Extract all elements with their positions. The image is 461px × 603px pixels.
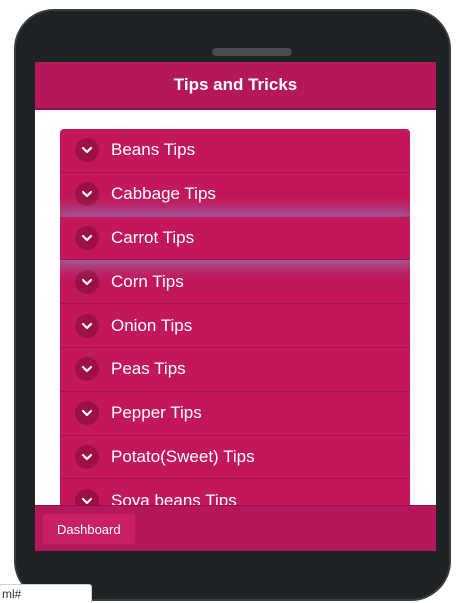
chevron-down-icon[interactable] xyxy=(75,138,99,163)
chevron-down-icon[interactable] xyxy=(75,357,99,382)
tip-item-label: Cabbage Tips xyxy=(111,184,216,204)
browser-status-bar: ml# xyxy=(0,584,92,603)
page-title: Tips and Tricks xyxy=(173,75,298,94)
tip-item-peas[interactable]: Peas Tips xyxy=(60,348,410,392)
chevron-down-icon[interactable] xyxy=(75,182,99,207)
chevron-down-icon[interactable] xyxy=(75,225,99,250)
tips-accordion: Beans Tips Cabbage Tips Carrot Tips Corn… xyxy=(60,129,410,524)
chevron-down-icon[interactable] xyxy=(75,269,99,294)
tip-item-label: Beans Tips xyxy=(111,140,196,160)
phone-speaker xyxy=(212,48,292,56)
tip-item-pepper[interactable]: Pepper Tips xyxy=(60,392,410,436)
tip-item-beans[interactable]: Beans Tips xyxy=(60,129,410,173)
tip-item-label: Potato(Sweet) Tips xyxy=(111,446,255,466)
chevron-down-icon[interactable] xyxy=(75,444,99,469)
app-screen: Tips and Tricks Beans Tips Cabbage Tips … xyxy=(35,62,436,551)
tip-item-label: Peas Tips xyxy=(111,359,186,379)
tip-item-label: Carrot Tips xyxy=(111,227,195,247)
tip-item-carrot[interactable]: Carrot Tips xyxy=(60,217,410,261)
tip-item-potato-sweet[interactable]: Potato(Sweet) Tips xyxy=(60,436,410,480)
chevron-down-icon[interactable] xyxy=(75,313,99,338)
dashboard-button[interactable]: Dashboard xyxy=(43,514,135,544)
app-header: Tips and Tricks xyxy=(35,62,436,110)
tip-item-label: Pepper Tips xyxy=(111,403,202,423)
tip-item-cabbage[interactable]: Cabbage Tips xyxy=(60,173,410,217)
tip-item-label: Onion Tips xyxy=(111,315,193,335)
app-footer: Dashboard xyxy=(35,505,436,551)
tip-item-onion[interactable]: Onion Tips xyxy=(60,304,410,348)
tip-item-corn[interactable]: Corn Tips xyxy=(60,260,410,305)
tip-item-label: Corn Tips xyxy=(111,271,184,291)
chevron-down-icon[interactable] xyxy=(75,401,99,426)
